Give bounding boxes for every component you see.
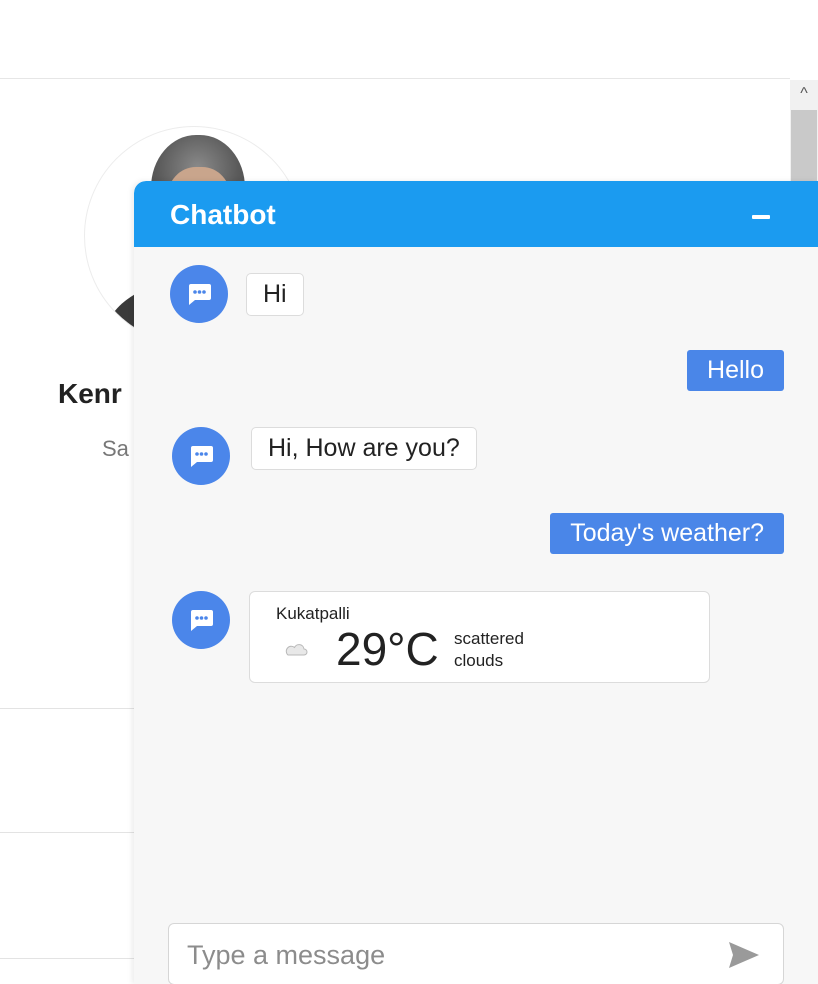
section-divider [0,832,140,833]
top-divider [0,78,790,79]
weather-card: Kukatpalli 29°C scattered clouds [249,591,710,683]
chat-bubble-icon [189,284,211,305]
user-message: Hello [687,350,784,391]
page: Kenr Sa ^ Chatbot Hi Hello Hi, How are y… [0,0,818,984]
bot-message: Hi [246,273,304,316]
scroll-up-arrow-icon[interactable]: ^ [790,82,818,106]
chatbot-title: Chatbot [170,199,276,230]
bot-avatar-icon [172,427,230,485]
section-divider [0,958,140,959]
minimize-icon [752,215,770,219]
send-icon [729,942,759,968]
section-divider [0,708,140,709]
weather-city: Kukatpalli [276,604,350,623]
user-message: Today's weather? [550,513,784,554]
profile-role: Sa [102,436,129,461]
weather-description: scattered clouds [454,629,524,670]
send-button[interactable] [725,938,763,972]
bot-message: Hi, How are you? [251,427,477,470]
chatbot-header: Chatbot [134,181,818,247]
bot-avatar-icon [172,591,230,649]
weather-temperature: 29°C [336,623,439,675]
scrollbar-thumb[interactable] [791,110,817,190]
bot-avatar-icon [170,265,228,323]
message-input[interactable] [187,936,707,974]
message-composer [168,923,784,984]
chatbot-window: Chatbot Hi Hello Hi, How are you? Today'… [134,181,818,984]
cloud-icon [285,644,308,656]
minimize-button[interactable] [742,195,782,235]
profile-name: Kenr [58,378,122,409]
chat-bubble-icon [191,610,213,631]
chat-bubble-icon [191,446,213,467]
